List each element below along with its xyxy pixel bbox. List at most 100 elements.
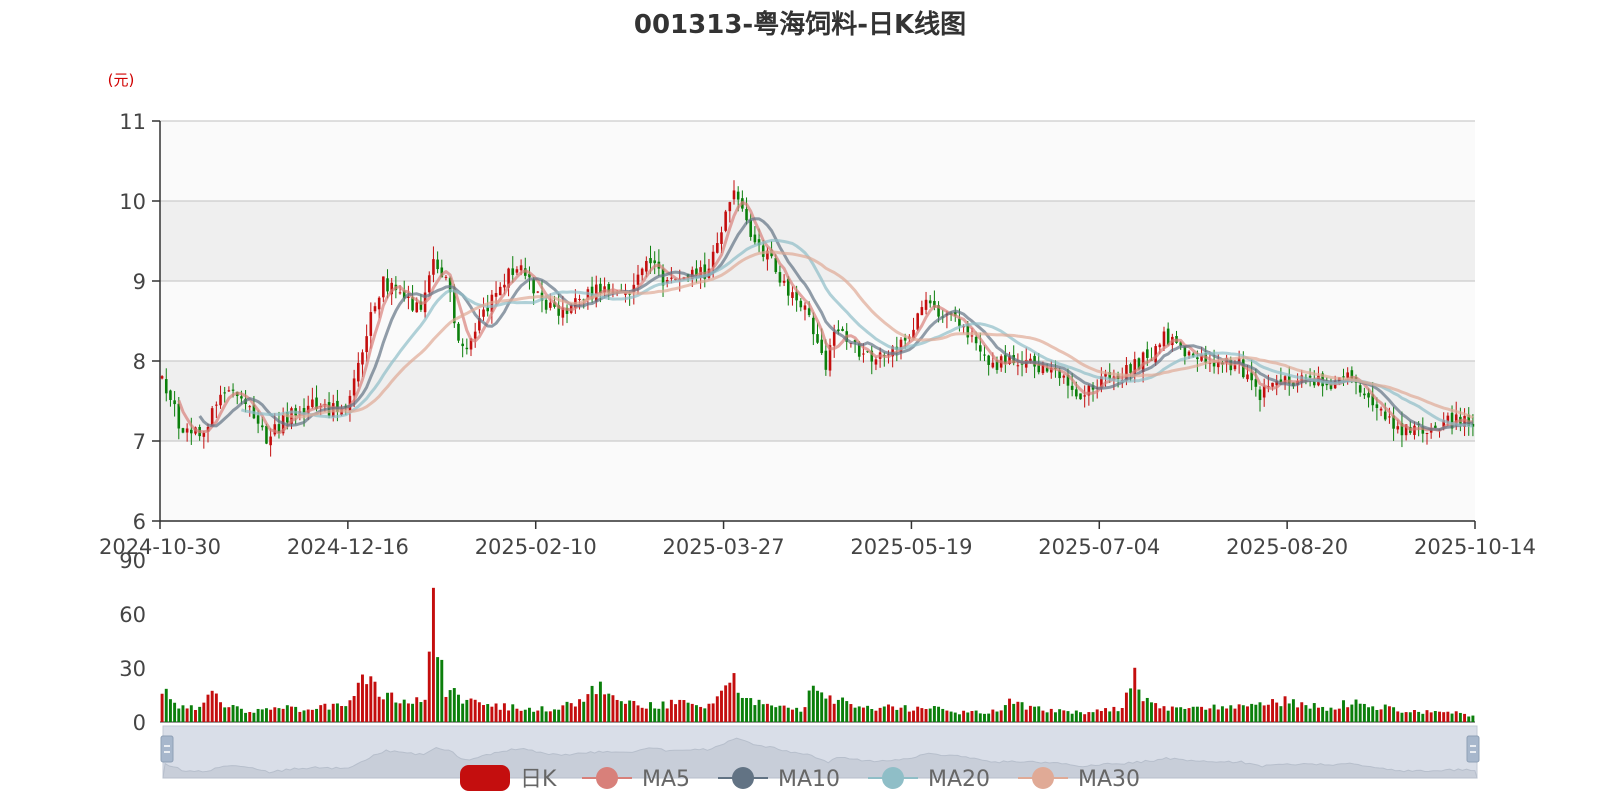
volume-bar <box>632 700 636 722</box>
volume-bar <box>861 707 865 722</box>
volume-bar <box>1175 707 1178 722</box>
volume-bar <box>381 699 385 722</box>
candle-body <box>260 425 264 428</box>
zoom-handle-left[interactable] <box>160 735 174 763</box>
volume-bar <box>1429 712 1433 722</box>
volume-bar <box>214 693 218 722</box>
volume-bar <box>244 712 248 722</box>
volume-bar <box>1020 702 1024 722</box>
volume-bar <box>1237 704 1241 722</box>
volume-bar <box>557 709 561 722</box>
candle-body <box>427 275 431 293</box>
volume-bar <box>277 708 281 722</box>
volume-bar <box>436 657 440 722</box>
volume-bar <box>619 701 623 722</box>
volume-bar <box>402 699 406 722</box>
candle-body <box>177 403 181 429</box>
volume-bar <box>811 685 815 722</box>
volume-bar <box>1016 701 1020 722</box>
volume-bar <box>252 712 256 722</box>
zoom-handle-grip[interactable] <box>1466 735 1480 763</box>
volume-bar <box>745 697 748 722</box>
volume-bar <box>694 705 698 722</box>
volume-tick-label: 30 <box>119 657 146 681</box>
volume-bar <box>248 712 252 722</box>
volume-bar <box>444 696 448 722</box>
volume-bar <box>440 659 444 722</box>
volume-bar <box>1342 700 1345 722</box>
volume-bar <box>836 699 840 722</box>
volume-bar <box>732 673 736 722</box>
volume-bar <box>870 708 874 722</box>
volume-bar <box>1271 699 1274 722</box>
volume-bar <box>227 707 231 722</box>
volume-bar <box>983 713 986 722</box>
candle-body <box>1075 389 1078 397</box>
volume-bar <box>1367 707 1371 722</box>
volume-bar <box>548 711 552 722</box>
x-tick-label: 2025-03-27 <box>663 535 785 559</box>
volume-bar <box>974 710 978 722</box>
candle-body <box>807 308 811 316</box>
volume-bar <box>1254 704 1258 722</box>
volume-bar <box>1116 711 1120 722</box>
volume-bar <box>1300 702 1304 722</box>
volume-bar <box>465 699 469 722</box>
volume-bar <box>498 709 502 722</box>
candle-body <box>223 392 227 394</box>
candle-body <box>240 396 243 399</box>
zoom-handle-grip[interactable] <box>160 735 174 763</box>
x-tick-label: 2024-12-16 <box>287 535 409 559</box>
candle-body <box>862 353 865 355</box>
volume-bar <box>1012 703 1016 722</box>
legend-item-ma20[interactable]: MA20 <box>868 767 990 792</box>
volume-bar <box>640 707 644 722</box>
volume-bar <box>1362 703 1366 722</box>
volume-bar <box>740 697 744 722</box>
candle-body <box>202 432 206 437</box>
volume-bar <box>1037 706 1041 722</box>
x-tick-label: 2024-10-30 <box>99 535 221 559</box>
candle-body <box>924 299 928 310</box>
volume-bar <box>795 707 799 722</box>
legend-item-ma30[interactable]: MA30 <box>1018 767 1140 792</box>
volume-bar <box>624 703 627 722</box>
legend-label: MA5 <box>642 767 690 792</box>
candle-body <box>1162 331 1166 347</box>
volume-bar <box>1250 703 1254 722</box>
volume-bar <box>1162 706 1166 722</box>
volume-bar <box>1158 708 1162 722</box>
candle-body <box>365 336 368 353</box>
legend-item-ma10[interactable]: MA10 <box>718 767 840 792</box>
legend-item-日k[interactable]: 日K <box>460 765 557 792</box>
volume-bar <box>515 708 519 722</box>
zoom-handle-right[interactable] <box>1466 735 1480 763</box>
volume-bar <box>185 708 189 722</box>
candle-body <box>1062 375 1066 378</box>
candle-body <box>536 291 540 293</box>
volume-bar <box>1350 704 1354 722</box>
candle-body <box>544 299 548 310</box>
volume-bar <box>1337 708 1341 722</box>
volume-bar <box>1442 712 1446 722</box>
x-tick-label: 2025-10-14 <box>1414 535 1536 559</box>
candle-down <box>457 321 460 343</box>
volume-bar <box>649 702 652 722</box>
candle-body <box>832 331 836 346</box>
candle-body <box>649 258 652 264</box>
volume-bar <box>932 706 936 722</box>
volume-bar <box>490 706 494 722</box>
candle-body <box>361 352 364 365</box>
candle-body <box>415 302 419 313</box>
volume-bar <box>290 706 293 722</box>
candle-body <box>432 259 435 275</box>
volume-bar <box>1187 708 1191 722</box>
volume-bar <box>419 702 423 722</box>
volume-bar <box>1141 701 1145 722</box>
volume-bar <box>1246 706 1249 722</box>
volume-bar <box>457 694 460 722</box>
volume-bar <box>1417 711 1421 722</box>
volume-bar <box>782 705 786 722</box>
volume-bar <box>978 713 982 722</box>
volume-bar <box>273 707 277 722</box>
